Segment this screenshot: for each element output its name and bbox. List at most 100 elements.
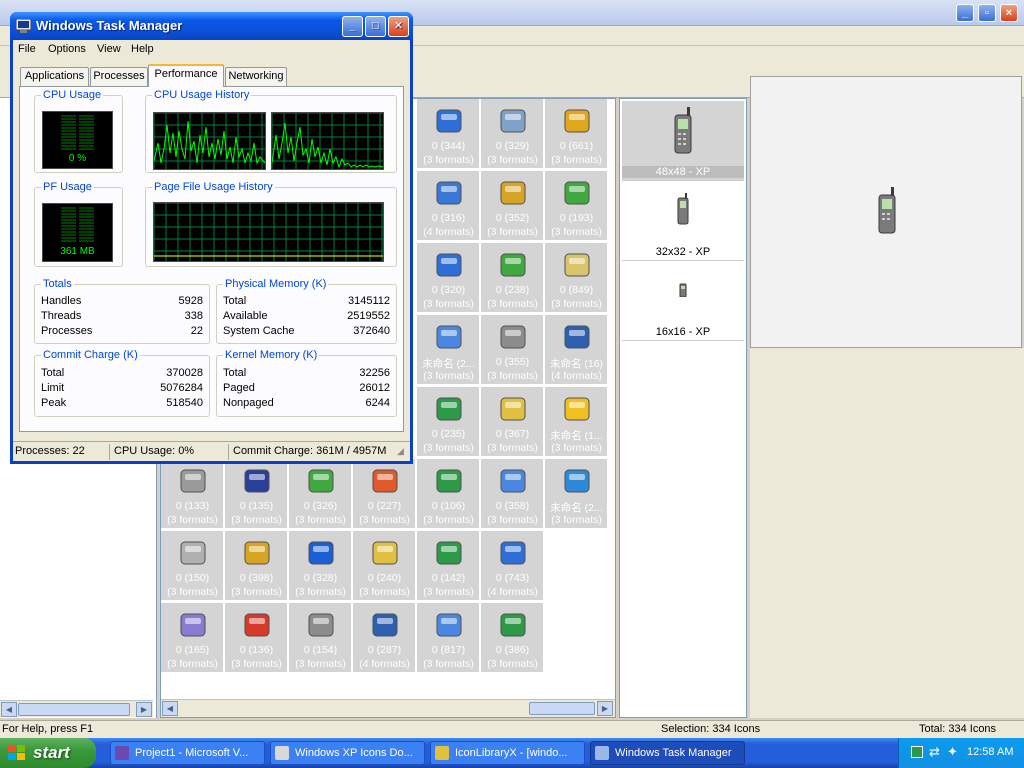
- clock[interactable]: 12:58 AM: [967, 746, 1013, 758]
- icon-cell[interactable]: 0 (106) (3 formats): [417, 459, 480, 529]
- icon-cell-name: 0 (743): [495, 572, 530, 584]
- icon-cell[interactable]: 0 (235) (3 formats): [417, 387, 480, 457]
- icon-sizes-pane[interactable]: 48x48 - XP 32x32 - XP 16x16 - XP: [619, 98, 747, 718]
- scroll-thumb[interactable]: [18, 703, 130, 716]
- row-label: Peak: [41, 397, 67, 409]
- scroll-right-icon[interactable]: ▶: [136, 702, 152, 717]
- task-manager-icon: [16, 19, 31, 33]
- icon-cell[interactable]: 未命名 (1... (3 formats): [545, 387, 608, 457]
- icon-cell[interactable]: 未命名 (2... (3 formats): [417, 315, 480, 385]
- icon-cell[interactable]: 0 (238) (3 formats): [481, 243, 544, 313]
- taskbar-item-iconlibrary[interactable]: IconLibraryX - [windo...: [430, 741, 585, 765]
- bluetooth-icon: [305, 537, 337, 569]
- tab-performance[interactable]: Performance: [148, 64, 224, 87]
- icon-cell[interactable]: 0 (352) (3 formats): [481, 171, 544, 241]
- icon-cell[interactable]: 未命名 (2... (3 formats): [545, 459, 608, 529]
- close-button[interactable]: ×: [1000, 4, 1018, 22]
- icon-cell-name: 0 (165): [175, 644, 210, 656]
- group-title: CPU Usage History: [152, 89, 252, 101]
- icon-cell[interactable]: 0 (135) (3 formats): [225, 459, 288, 529]
- icon-cell[interactable]: 0 (849) (3 formats): [545, 243, 608, 313]
- status-separator: [228, 444, 229, 460]
- maximize-button[interactable]: ▫: [978, 4, 996, 22]
- icon-cell-formats: (3 formats): [423, 658, 474, 670]
- icon-cell[interactable]: 未命名 (16) (4 formats): [545, 315, 608, 385]
- tab-networking[interactable]: Networking: [225, 67, 287, 86]
- task-label: Windows XP Icons Do...: [295, 747, 413, 759]
- tab-applications[interactable]: Applications: [20, 67, 89, 86]
- scroll-right-icon[interactable]: ▶: [597, 701, 613, 716]
- tab-processes[interactable]: Processes: [90, 67, 148, 86]
- status-processes: Processes: 22: [15, 445, 85, 457]
- download-arrow-icon: [433, 393, 465, 425]
- task-manager-titlebar[interactable]: Windows Task Manager _ □ ✕: [10, 12, 413, 40]
- gamepad-icon: [177, 609, 209, 641]
- mobile-phone-icon: [878, 187, 896, 234]
- physical-cache-row: System Cache 372640: [223, 325, 390, 340]
- icon-cell[interactable]: 0 (355) (3 formats): [481, 315, 544, 385]
- menu-file[interactable]: File: [18, 43, 36, 55]
- maximize-button[interactable]: □: [365, 16, 386, 37]
- icon-cell[interactable]: 0 (133) (3 formats): [161, 459, 224, 529]
- icon-cell[interactable]: 0 (154) (3 formats): [289, 603, 352, 673]
- icon-cell[interactable]: 0 (142) (3 formats): [417, 531, 480, 601]
- icon-cell[interactable]: 0 (398) (3 formats): [225, 531, 288, 601]
- size-item-16[interactable]: 16x16 - XP: [622, 261, 744, 341]
- icon-cell[interactable]: 0 (661) (3 formats): [545, 99, 608, 169]
- taskbar-item-xp-icons[interactable]: Windows XP Icons Do...: [270, 741, 425, 765]
- icon-cell-formats: (3 formats): [487, 658, 538, 670]
- left-pane-scrollbar[interactable]: ◀ ▶: [0, 700, 153, 717]
- menu-options[interactable]: Options: [48, 43, 86, 55]
- icon-cell[interactable]: 0 (367) (3 formats): [481, 387, 544, 457]
- icon-cell[interactable]: 0 (329) (3 formats): [481, 99, 544, 169]
- resize-grip-icon[interactable]: ◢: [397, 446, 404, 457]
- icon-cell[interactable]: 0 (817) (3 formats): [417, 603, 480, 673]
- icon-cell[interactable]: 0 (165) (3 formats): [161, 603, 224, 673]
- size-item-48[interactable]: 48x48 - XP: [622, 101, 744, 181]
- icon-cell-name: 0 (367): [495, 428, 530, 440]
- start-button[interactable]: start: [0, 738, 96, 768]
- tray-app-icon[interactable]: [911, 746, 923, 758]
- task-manager-window[interactable]: Windows Task Manager _ □ ✕ File Options …: [10, 12, 413, 464]
- menu-view[interactable]: View: [97, 43, 121, 55]
- icon-cell-formats: (3 formats): [551, 442, 602, 454]
- taskbar-item-task-manager[interactable]: Windows Task Manager: [590, 741, 745, 765]
- floppy-red-icon: [241, 609, 273, 641]
- cpu-history-chart: [153, 112, 266, 169]
- icon-cell[interactable]: 0 (136) (3 formats): [225, 603, 288, 673]
- icon-cell[interactable]: 0 (328) (3 formats): [289, 531, 352, 601]
- pf-history-group: Page File Usage History: [145, 181, 397, 267]
- iconlibrary-icon: [435, 746, 449, 760]
- icon-cell[interactable]: 0 (227) (3 formats): [353, 459, 416, 529]
- icon-cell-name: 0 (352): [495, 212, 530, 224]
- icon-cell[interactable]: 0 (326) (3 formats): [289, 459, 352, 529]
- icon-cell[interactable]: 0 (150) (3 formats): [161, 531, 224, 601]
- icon-cell[interactable]: 0 (344) (3 formats): [417, 99, 480, 169]
- taskbar-item-project1[interactable]: Project1 - Microsoft V...: [110, 741, 265, 765]
- row-value: 2519552: [347, 310, 390, 322]
- scroll-left-icon[interactable]: ◀: [1, 702, 17, 717]
- icon-cell[interactable]: 0 (316) (4 formats): [417, 171, 480, 241]
- size-item-32[interactable]: 32x32 - XP: [622, 181, 744, 261]
- icon-cell[interactable]: 0 (240) (3 formats): [353, 531, 416, 601]
- scroll-left-icon[interactable]: ◀: [162, 701, 178, 716]
- icon-cell[interactable]: 0 (320) (3 formats): [417, 243, 480, 313]
- network-icon[interactable]: ⇄: [929, 744, 940, 760]
- browser-icon: [275, 746, 289, 760]
- icon-cell[interactable]: 0 (743) (4 formats): [481, 531, 544, 601]
- minimize-button[interactable]: _: [956, 4, 974, 22]
- volume-icon[interactable]: ✦: [947, 744, 958, 760]
- minimize-button[interactable]: _: [342, 16, 363, 37]
- grid-scrollbar[interactable]: ◀ ▶: [161, 699, 615, 717]
- row-value: 518540: [166, 397, 203, 409]
- menu-help[interactable]: Help: [131, 43, 154, 55]
- icon-cell[interactable]: 0 (287) (4 formats): [353, 603, 416, 673]
- icon-cell[interactable]: 0 (358) (3 formats): [481, 459, 544, 529]
- icon-cell-formats: (3 formats): [423, 298, 474, 310]
- close-button[interactable]: ✕: [388, 16, 409, 37]
- visual-basic-icon: [115, 746, 129, 760]
- icon-cell-formats: (3 formats): [359, 586, 410, 598]
- icon-cell[interactable]: 0 (386) (3 formats): [481, 603, 544, 673]
- scroll-thumb[interactable]: [529, 702, 595, 715]
- icon-cell[interactable]: 0 (193) (3 formats): [545, 171, 608, 241]
